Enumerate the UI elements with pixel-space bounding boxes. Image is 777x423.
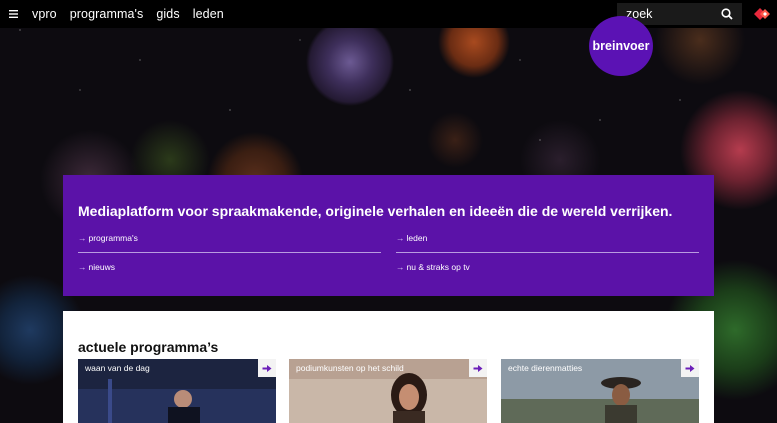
breinvoer-badge[interactable]: breinvoer	[589, 16, 653, 76]
nav-item-gids[interactable]: gids	[156, 7, 179, 21]
hero-link-label: leden	[406, 233, 428, 243]
programs-panel: actuele programma’s waan van de dag podi…	[63, 311, 714, 423]
arrow-right-icon	[262, 364, 272, 372]
hero-title: Mediaplatform voor spraakmakende, origin…	[78, 203, 673, 219]
program-card-echte-dierenmatties[interactable]: echte dierenmatties	[501, 359, 699, 423]
section-heading: actuele programma’s	[78, 339, 219, 355]
search-icon	[721, 8, 733, 20]
arrow-right-icon	[473, 364, 483, 372]
hero-link-nieuws[interactable]: → nieuws	[78, 262, 115, 272]
nav-item-programmas[interactable]: programma's	[70, 7, 144, 21]
hero-link-label: programma's	[88, 233, 138, 243]
program-card-waan-van-de-dag[interactable]: waan van de dag	[78, 359, 276, 423]
arrow-right-icon: →	[396, 262, 405, 272]
hero-link-nu-straks[interactable]: → nu & straks op tv	[396, 262, 470, 272]
hero-link-leden[interactable]: → leden	[396, 233, 427, 243]
divider	[396, 252, 699, 253]
hamburger-icon	[8, 10, 18, 18]
program-card-title: echte dierenmatties	[508, 363, 583, 373]
vpro-logo-icon[interactable]	[752, 6, 772, 22]
menu-button[interactable]	[1, 0, 25, 28]
arrow-right-icon: →	[78, 262, 87, 272]
hero-link-programmas[interactable]: → programma's	[78, 233, 138, 243]
hero-link-label: nu & straks op tv	[406, 262, 470, 272]
hero-link-label: nieuws	[88, 262, 115, 272]
arrow-right-icon: →	[396, 233, 405, 243]
divider	[78, 252, 381, 253]
card-open-button[interactable]	[681, 359, 699, 377]
program-card-title: podiumkunsten op het schild	[296, 363, 404, 373]
card-open-button[interactable]	[258, 359, 276, 377]
card-open-button[interactable]	[469, 359, 487, 377]
program-card-title: waan van de dag	[85, 363, 150, 373]
hero-panel: Mediaplatform voor spraakmakende, origin…	[63, 175, 714, 296]
breinvoer-label: breinvoer	[592, 39, 650, 53]
arrow-right-icon: →	[78, 233, 87, 243]
search-button[interactable]	[712, 3, 742, 25]
arrow-right-icon	[685, 364, 695, 372]
top-navigation: vpro programma's gids leden	[0, 0, 777, 28]
nav-item-vpro[interactable]: vpro	[32, 7, 57, 21]
nav-item-leden[interactable]: leden	[193, 7, 224, 21]
program-card-podiumkunsten[interactable]: podiumkunsten op het schild	[289, 359, 487, 423]
